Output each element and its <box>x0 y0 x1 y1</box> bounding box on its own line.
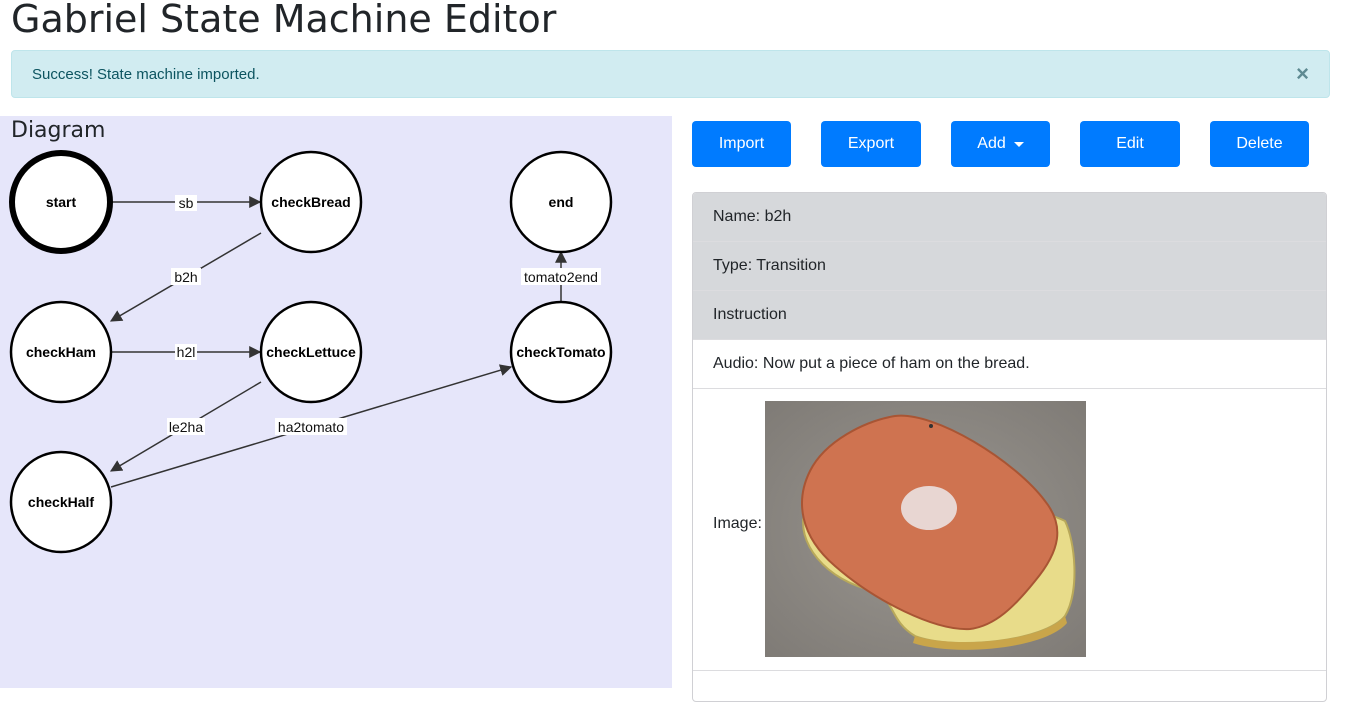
detail-row-instruction: Instruction <box>693 291 1326 340</box>
alert-message: Success! State machine imported. <box>32 66 260 83</box>
detail-instruction: Instruction <box>713 306 787 323</box>
detail-image-label: Image: <box>713 515 762 532</box>
detail-row-name: Name: b2h <box>693 193 1326 242</box>
node-label-checkham: checkHam <box>26 344 96 360</box>
import-button[interactable]: Import <box>692 121 791 167</box>
detail-name: Name: b2h <box>713 208 792 225</box>
node-label-checkbread: checkBread <box>271 194 350 210</box>
edge-label-b2h: b2h <box>174 269 197 285</box>
detail-audio: Audio: Now put a piece of ham on the bre… <box>713 355 1030 372</box>
node-label-start: start <box>46 194 77 210</box>
add-button-label: Add <box>977 135 1006 152</box>
state-diagram: sb b2h h2l le2ha ha2tomato tomato2end st… <box>9 150 613 554</box>
edge-label-ha2tomato: ha2tomato <box>278 419 344 435</box>
page-title: Gabriel State Machine Editor <box>11 0 557 41</box>
node-label-checklettuce: checkLettuce <box>266 344 356 360</box>
detail-row-image: Image: <box>693 389 1326 671</box>
details-panel: Name: b2h Type: Transition Instruction A… <box>692 192 1327 702</box>
node-label-checkhalf: checkHalf <box>28 494 94 510</box>
node-label-checktomato: checkTomato <box>516 344 605 360</box>
edge-label-sb: sb <box>179 195 194 211</box>
diagram-panel: Diagram sb b2h h2l le2ha ha2tomato tomat… <box>0 116 672 688</box>
add-dropdown-button[interactable]: Add <box>951 121 1050 167</box>
edge-label-tomato2end: tomato2end <box>524 269 598 285</box>
sandwich-image <box>765 401 1086 657</box>
detail-row-type: Type: Transition <box>693 242 1326 291</box>
edit-button[interactable]: Edit <box>1080 121 1180 167</box>
node-label-end: end <box>549 194 574 210</box>
success-alert: Success! State machine imported. × <box>11 50 1330 98</box>
edge-label-h2l: h2l <box>177 344 196 360</box>
edge-label-le2ha: le2ha <box>169 419 203 435</box>
delete-button[interactable]: Delete <box>1210 121 1309 167</box>
caret-down-icon <box>1013 141 1024 147</box>
export-button[interactable]: Export <box>821 121 921 167</box>
detail-row-audio: Audio: Now put a piece of ham on the bre… <box>693 340 1326 389</box>
close-icon[interactable]: × <box>1296 62 1309 86</box>
detail-type: Type: Transition <box>713 257 826 274</box>
